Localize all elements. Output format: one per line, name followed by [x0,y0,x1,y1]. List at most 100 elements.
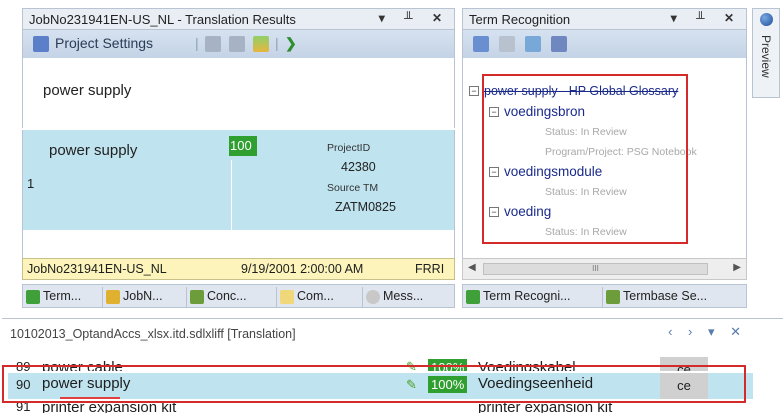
translation-results-status-bar: JobNo231941EN-US_NL 9/19/2001 2:00:00 AM… [22,258,455,280]
job-icon [106,290,120,304]
preview-side-tab[interactable]: Preview [752,8,780,98]
panel-window-controls[interactable]: ▾ ╨ ✕ [671,11,742,25]
match-percent-badge: 100 [229,136,257,156]
project-id-label: ProjectID [327,142,371,154]
term-recognition-list: − power supply - HP Global Glossary − voed… [462,58,747,258]
tab-label: JobN... [123,289,163,303]
target-cell[interactable]: Voedingskabel [478,359,576,371]
collapse-icon[interactable]: − [489,167,499,177]
source-cell[interactable]: printer expansion kit [42,401,176,413]
project-settings-button[interactable]: Project Settings [55,35,153,51]
match-badge: 100% [428,359,468,371]
document-icon[interactable] [229,36,245,52]
concordance-icon [190,290,204,304]
toolbar-separator: | [275,35,279,51]
tab-label: Mess... [383,289,424,303]
status-cell: ce [660,373,708,399]
translation-results-blank-area [22,230,455,258]
options-icon[interactable] [551,36,567,52]
row-number: 90 [16,377,31,392]
project-id-value: 42380 [341,160,376,174]
termbase-icon [606,290,620,304]
tab-label: Term Recogni... [483,289,571,303]
term-text: voedingsbron [504,104,586,119]
translation-match-row[interactable]: power supply 1 100 ProjectID 42380 Sourc… [22,130,455,230]
target-cell[interactable]: Voedingseenheid [478,375,593,392]
tab-concordance[interactable]: Conc... [187,287,277,307]
left-tab-strip: Term... JobN... Conc... Com... Mess... [22,284,455,308]
tab-job[interactable]: JobN... [103,287,187,307]
status-user: FRRI [415,262,445,276]
target-cell[interactable]: printer expansion kit [478,401,612,413]
term-header[interactable]: − power supply - HP Global Glossary [469,84,678,98]
preview-icon [760,13,773,26]
source-segment-text: power supply [43,82,132,99]
column-divider [231,160,232,230]
edit-icon: ✎ [406,377,417,392]
scroll-left-icon[interactable]: ◀ [468,262,476,273]
tab-comments[interactable]: Com... [277,287,363,307]
tab-term-recognition[interactable]: Term Recogni... [463,287,603,307]
tab-label: Termbase Se... [623,289,708,303]
panel-window-controls[interactable]: ▾ ╨ ✕ [379,11,450,25]
source-cell[interactable]: power supply [42,375,130,392]
translation-results-toolbar: Project Settings | | ❯ [22,30,455,58]
match-text: power supply [49,142,138,159]
translation-results-title: JobNo231941EN-US_NL - Translation Result… [29,12,296,27]
editor-row-active[interactable]: 90 power supply ✎ 100% Voedingseenheid c… [8,373,753,399]
arrow-right-icon[interactable]: ❯ [285,35,297,52]
term-entry[interactable]: − voedingsmodule [489,164,602,179]
tab-label: Conc... [207,289,247,303]
term-horizontal-scrollbar[interactable]: ◀ III ▶ [462,258,747,280]
term-entry[interactable]: − voedingsbron [489,104,585,119]
scroll-right-icon[interactable]: ▶ [733,262,741,273]
source-tm-label: Source TM [327,182,379,194]
translation-results-title-bar: JobNo231941EN-US_NL - Translation Result… [22,8,455,30]
term-status: Status: In Review [545,226,627,238]
term-recognition-icon [466,290,480,304]
toolbar-separator: | [195,35,199,51]
status-date: 9/19/2001 2:00:00 AM [241,262,364,276]
tab-term[interactable]: Term... [23,287,103,307]
scrollbar-thumb[interactable]: III [483,263,708,275]
preview-label: Preview [759,35,773,78]
comment-icon [280,290,294,304]
tab-messages[interactable]: Mess... [363,287,454,307]
right-tab-strip: Term Recogni... Termbase Se... [462,284,747,308]
editor-document-title: 10102013_OptandAccs_xlsx.itd.sdlxliff [T… [10,327,296,341]
tab-label: Term... [43,289,82,303]
translation-editor: 10102013_OptandAccs_xlsx.itd.sdlxliff [T… [2,318,783,413]
edit-icon: ✎ [406,359,417,371]
search-icon[interactable] [473,36,489,52]
settings-icon[interactable] [33,36,49,52]
status-job: JobNo231941EN-US_NL [27,262,167,276]
term-recognition-title: Term Recognition [469,12,571,27]
term-recognition-toolbar [462,30,747,58]
term-program: Program/Project: PSG Notebook [545,146,697,158]
spellcheck-underline [60,397,120,399]
editor-row[interactable]: 89 power cable ✎ 100% Voedingskabel ce [8,349,753,371]
term-entry[interactable]: − voeding [489,204,551,219]
editor-row[interactable]: 91 printer expansion kit printer expansi… [8,401,753,413]
collapse-icon[interactable]: − [489,107,499,117]
row-number: 91 [16,401,31,413]
source-tm-value: ZATM0825 [335,200,396,214]
tab-termbase-search[interactable]: Termbase Se... [603,287,746,307]
row-number: 89 [16,359,31,371]
document-color-icon[interactable] [253,36,269,52]
message-icon [366,290,380,304]
view-icon[interactable] [525,36,541,52]
term-text: voedingsmodule [504,164,603,179]
match-row-number: 1 [27,176,35,191]
collapse-icon[interactable]: − [489,207,499,217]
term-status: Status: In Review [545,126,627,138]
status-cell: ce [660,357,708,371]
tab-label: Com... [297,289,334,303]
term-header-text: power supply - HP Global Glossary [484,84,679,98]
term-text: voeding [504,204,552,219]
editor-controls[interactable]: ‹ › ▾ ✕ [668,324,747,340]
document-icon[interactable] [205,36,221,52]
collapse-icon[interactable]: − [469,86,479,96]
source-cell[interactable]: power cable [42,359,123,371]
filter-icon[interactable] [499,36,515,52]
